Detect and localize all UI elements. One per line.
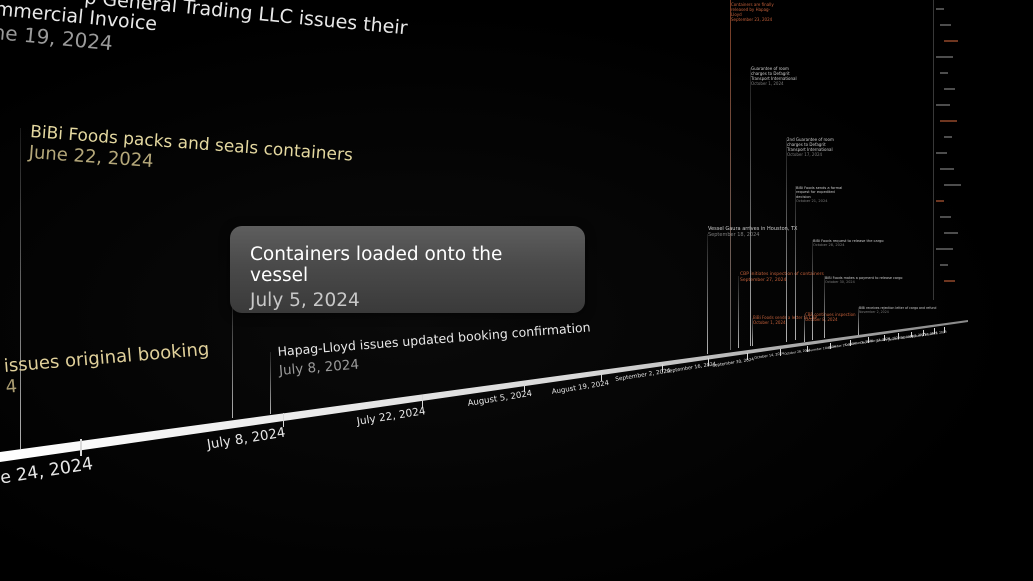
event-date: September 18, 2024 — [708, 232, 760, 239]
far-column-edge — [933, 0, 934, 300]
event-containers-released[interactable]: Containers are finally released by Hapag… — [731, 2, 779, 22]
event-title: 2nd Guarantee of room charges to Defagri… — [787, 137, 834, 152]
event-date: September 23, 2024 — [731, 17, 773, 22]
event-stem — [786, 138, 787, 342]
event-vessel-houston[interactable]: Vessel Gaura arrives in Houston, TX Sept… — [708, 226, 797, 239]
far-event-marker — [936, 200, 944, 202]
tooltip-title: Containers loaded onto the vessel — [250, 244, 503, 286]
event-date: October 1, 2024 — [751, 81, 784, 86]
far-event-marker — [944, 184, 961, 186]
axis-tick — [80, 438, 82, 456]
tooltip-date: July 5, 2024 — [250, 290, 360, 311]
far-event-marker — [940, 24, 951, 26]
event-stem — [232, 300, 233, 418]
far-event-marker — [936, 152, 947, 154]
far-event-marker — [940, 216, 951, 218]
event-bibi-request-release[interactable]: BiBi Foods request to release the cargo … — [813, 239, 884, 248]
event-bibi-foods-makes[interactable]: BiBi Foods makes a payment to release ca… — [825, 276, 903, 285]
timeline-stage: p General Trading LLC issues their mmerc… — [0, 0, 1033, 581]
far-event-marker — [936, 248, 953, 250]
event-stem — [730, 0, 731, 350]
event-tooltip: Containers loaded onto the vessel July 5… — [230, 226, 585, 313]
event-stem — [270, 352, 271, 414]
far-event-marker — [944, 280, 955, 282]
event-date: November 2, 2024 — [859, 310, 889, 314]
event-title: Guarantee of room charges to Defagrit Tr… — [751, 66, 797, 81]
far-event-marker — [940, 120, 957, 122]
event-date: October 28, 2024 — [813, 243, 845, 248]
far-event-marker — [940, 168, 954, 170]
far-event-marker — [936, 8, 944, 10]
event-stem — [824, 276, 825, 338]
far-event-marker — [944, 88, 955, 90]
far-event-marker — [944, 232, 958, 234]
far-event-marker — [944, 136, 952, 138]
event-stem — [750, 68, 751, 346]
event-guarantee-2[interactable]: 2nd Guarantee of room charges to Defagri… — [787, 137, 837, 157]
far-event-marker — [936, 104, 950, 106]
event-title: Containers are finally released by Hapag… — [731, 2, 774, 17]
far-event-marker — [940, 72, 948, 74]
far-event-marker — [940, 264, 948, 266]
event-stem — [738, 276, 739, 348]
event-date: October 21, 2024 — [796, 199, 828, 204]
event-stem — [795, 186, 796, 340]
far-event-marker — [944, 40, 958, 42]
event-title: BiBi Foods sends a formal request for ex… — [796, 186, 843, 199]
event-stem — [20, 128, 21, 450]
event-date: October 17, 2024 — [787, 152, 823, 157]
event-date: October 30, 2024 — [825, 280, 855, 285]
event-bibi-formal-request[interactable]: BiBi Foods sends a formal request for ex… — [796, 186, 848, 204]
event-bibi-rejection[interactable]: BiBi receives rejection letter of cargo … — [859, 306, 936, 314]
event-stem — [812, 240, 813, 340]
event-stem — [707, 234, 708, 354]
far-event-marker — [936, 56, 953, 58]
event-guarantee-1[interactable]: Guarantee of room charges to Defagrit Tr… — [751, 66, 797, 86]
